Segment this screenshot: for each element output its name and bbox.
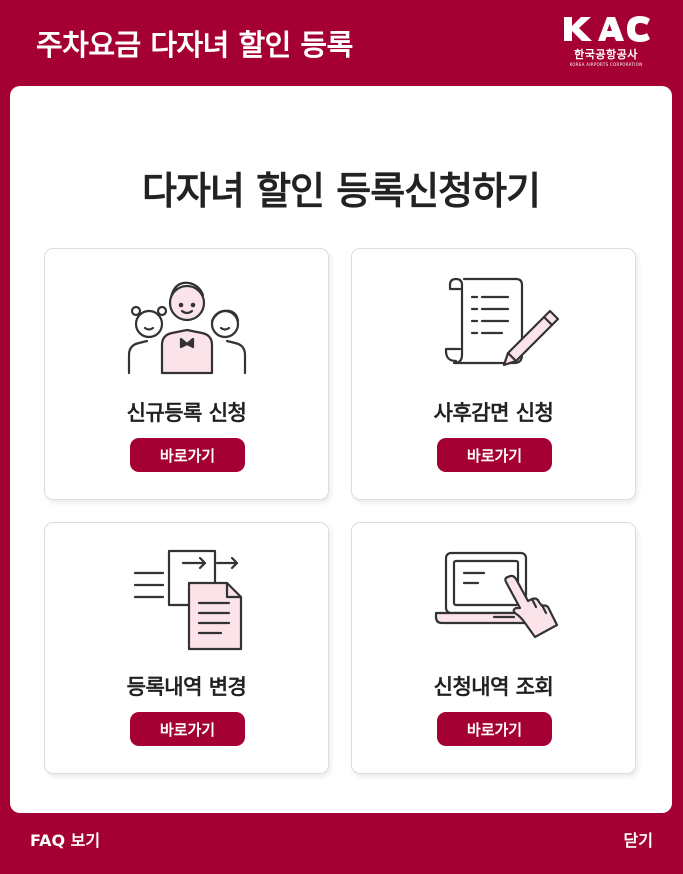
go-button-change-registration[interactable]: 바로가기 <box>130 712 245 746</box>
document-transfer-icon <box>133 549 243 651</box>
card-change-registration[interactable]: 등록내역 변경 바로가기 <box>44 522 329 774</box>
family-icon <box>127 281 247 375</box>
close-link[interactable]: 닫기 <box>624 827 653 851</box>
document-pen-icon <box>444 277 560 367</box>
kac-logo: 한국공항공사 KOREA AIRPORTS CORPORATION <box>560 14 652 70</box>
card-label: 사후감면 신청 <box>433 401 554 425</box>
card-label: 신청내역 조회 <box>433 675 554 699</box>
card-label: 신규등록 신청 <box>126 401 247 425</box>
card-view-applications[interactable]: 신청내역 조회 바로가기 <box>351 522 636 774</box>
app-title: 주차요금 다자녀 할인 등록 <box>36 28 353 62</box>
kac-logo-subtitle: KOREA AIRPORTS CORPORATION <box>569 62 643 67</box>
go-button-view-applications[interactable]: 바로가기 <box>437 712 552 746</box>
page-heading: 다자녀 할인 등록신청하기 <box>141 169 541 213</box>
main-panel: 다자녀 할인 등록신청하기 신규등록 신청 바로가기 사후감면 신청 바로가기 … <box>10 86 672 813</box>
kac-logo-name: 한국공항공사 <box>574 48 638 61</box>
card-post-reduction[interactable]: 사후감면 신청 바로가기 <box>351 248 636 500</box>
card-label: 등록내역 변경 <box>126 675 247 699</box>
faq-link[interactable]: FAQ 보기 <box>30 827 100 851</box>
laptop-touch-icon <box>434 551 559 639</box>
go-button-new-registration[interactable]: 바로가기 <box>130 438 245 472</box>
top-bar: 주차요금 다자녀 할인 등록 한국공항공사 KOREA AIRPORTS COR… <box>0 0 683 86</box>
kac-logo-mark <box>564 16 650 42</box>
card-new-registration[interactable]: 신규등록 신청 바로가기 <box>44 248 329 500</box>
go-button-post-reduction[interactable]: 바로가기 <box>437 438 552 472</box>
